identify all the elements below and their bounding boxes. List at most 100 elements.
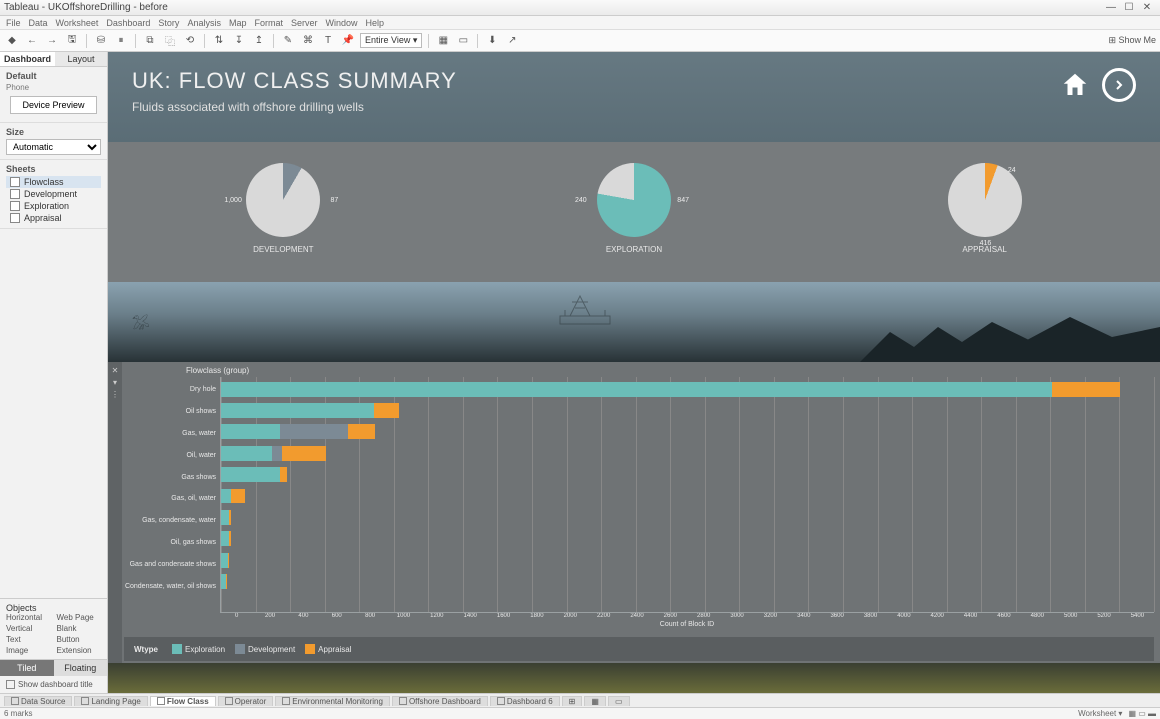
sheet-item-flowclass[interactable]: Flowclass [6,176,101,188]
clear-button[interactable]: ⟲ [182,33,198,49]
bar-segment-development[interactable] [272,446,282,461]
menu-analysis[interactable]: Analysis [187,18,221,28]
bar-segment-appraisal[interactable] [229,531,231,546]
cards-button[interactable]: ▦ [435,33,451,49]
bar-segment-appraisal[interactable] [1052,382,1120,397]
menu-story[interactable]: Story [158,18,179,28]
bar-segment-appraisal[interactable] [280,467,287,482]
bars-plot-area[interactable] [220,377,1154,613]
object-webpage[interactable]: Web Page [57,613,102,622]
bar-segment-appraisal[interactable] [282,446,326,461]
fit-dropdown[interactable]: Entire View ▾ [360,33,422,48]
sheet-item-appraisal[interactable]: Appraisal [6,212,101,224]
bar-segment-appraisal[interactable] [374,403,399,418]
sheet-item-development[interactable]: Development [6,188,101,200]
chart-handle-bar[interactable]: ✕ ▾ ⋮ [108,362,122,663]
swap-button[interactable]: ⇅ [211,33,227,49]
group-button[interactable]: ⌘ [300,33,316,49]
menu-worksheet[interactable]: Worksheet [56,18,99,28]
bar-segment-exploration[interactable] [221,489,231,504]
object-blank[interactable]: Blank [57,624,102,633]
tab-environmental[interactable]: Environmental Monitoring [275,696,390,706]
bar-row[interactable] [221,553,1154,568]
device-preview-button[interactable]: Device Preview [10,96,97,114]
status-view-icon[interactable]: ▦ ▭ ▬ [1128,709,1156,718]
object-text[interactable]: Text [6,635,51,644]
new-worksheet-tab[interactable]: ⊞ [562,696,583,706]
bar-segment-appraisal[interactable] [228,553,229,568]
bar-segment-appraisal[interactable] [226,574,227,589]
tableau-logo-icon[interactable]: ◆ [4,33,20,49]
legend-appraisal[interactable]: Appraisal [305,644,351,654]
bar-segment-exploration[interactable] [221,553,228,568]
menu-file[interactable]: File [6,18,21,28]
share-button[interactable]: ↗ [504,33,520,49]
show-me-button[interactable]: ⊞ Show Me [1108,35,1156,46]
legend-development[interactable]: Development [235,644,295,654]
bar-row[interactable] [221,382,1154,397]
maximize-button[interactable]: ☐ [1120,2,1138,13]
new-worksheet-button[interactable]: ⧉ [142,33,158,49]
chevron-down-icon[interactable]: ▾ [113,378,117,387]
labels-button[interactable]: T [320,33,336,49]
menu-server[interactable]: Server [291,18,318,28]
new-datasource-button[interactable]: ⛁ [93,33,109,49]
bar-row[interactable] [221,489,1154,504]
menu-dashboard[interactable]: Dashboard [106,18,150,28]
tab-operator[interactable]: Operator [218,696,274,706]
bar-segment-exploration[interactable] [221,403,374,418]
new-story-tab[interactable]: ▭ [608,696,630,706]
menu-help[interactable]: Help [366,18,385,28]
bar-segment-appraisal[interactable] [348,424,375,439]
tab-layout[interactable]: Layout [55,52,107,66]
bar-segment-exploration[interactable] [221,424,280,439]
menu-map[interactable]: Map [229,18,247,28]
size-dropdown[interactable]: Automatic [6,139,101,155]
pause-button[interactable]: ⏸ [113,33,129,49]
bar-segment-exploration[interactable] [221,382,1052,397]
save-button[interactable]: 🖫 [64,33,80,49]
home-icon[interactable] [1058,68,1092,102]
next-button[interactable] [1102,68,1136,102]
legend-exploration[interactable]: Exploration [172,644,225,654]
bar-row[interactable] [221,531,1154,546]
floating-button[interactable]: Floating [54,660,108,676]
bar-row[interactable] [221,446,1154,461]
menu-format[interactable]: Format [254,18,283,28]
bar-segment-appraisal[interactable] [231,489,245,504]
bar-row[interactable] [221,467,1154,482]
bar-row[interactable] [221,403,1154,418]
menu-window[interactable]: Window [326,18,358,28]
object-button[interactable]: Button [57,635,102,644]
object-vertical[interactable]: Vertical [6,624,51,633]
bar-row[interactable] [221,574,1154,589]
bar-segment-exploration[interactable] [221,446,272,461]
object-horizontal[interactable]: Horizontal [6,613,51,622]
menu-data[interactable]: Data [29,18,48,28]
tab-flow-class[interactable]: Flow Class [150,696,216,706]
bar-segment-exploration[interactable] [221,510,229,525]
highlight-button[interactable]: ✎ [280,33,296,49]
tiled-button[interactable]: Tiled [0,660,54,676]
show-title-checkbox[interactable]: Show dashboard title [0,676,107,693]
close-button[interactable]: ✕ [1138,2,1156,13]
more-icon[interactable]: ⋮ [111,390,119,399]
sort-desc-button[interactable]: ↥ [251,33,267,49]
forward-button[interactable]: → [44,33,60,49]
new-dashboard-tab[interactable]: ▦ [584,696,606,706]
tab-data-source[interactable]: Data Source [4,696,72,706]
bar-segment-exploration[interactable] [221,531,229,546]
tab-dashboard-6[interactable]: Dashboard 6 [490,696,560,706]
pie-exploration[interactable]: 240 847 EXPLORATION [597,163,671,254]
bar-row[interactable] [221,510,1154,525]
tab-dashboard[interactable]: Dashboard [0,52,55,66]
duplicate-button[interactable]: ⿻ [162,33,178,49]
sort-asc-button[interactable]: ↧ [231,33,247,49]
bar-segment-appraisal[interactable] [229,510,231,525]
presentation-button[interactable]: ▭ [455,33,471,49]
minimize-button[interactable]: — [1102,2,1120,13]
bar-row[interactable] [221,424,1154,439]
pin-button[interactable]: 📌 [340,33,356,49]
tab-offshore-dashboard[interactable]: Offshore Dashboard [392,696,488,706]
download-button[interactable]: ⬇ [484,33,500,49]
